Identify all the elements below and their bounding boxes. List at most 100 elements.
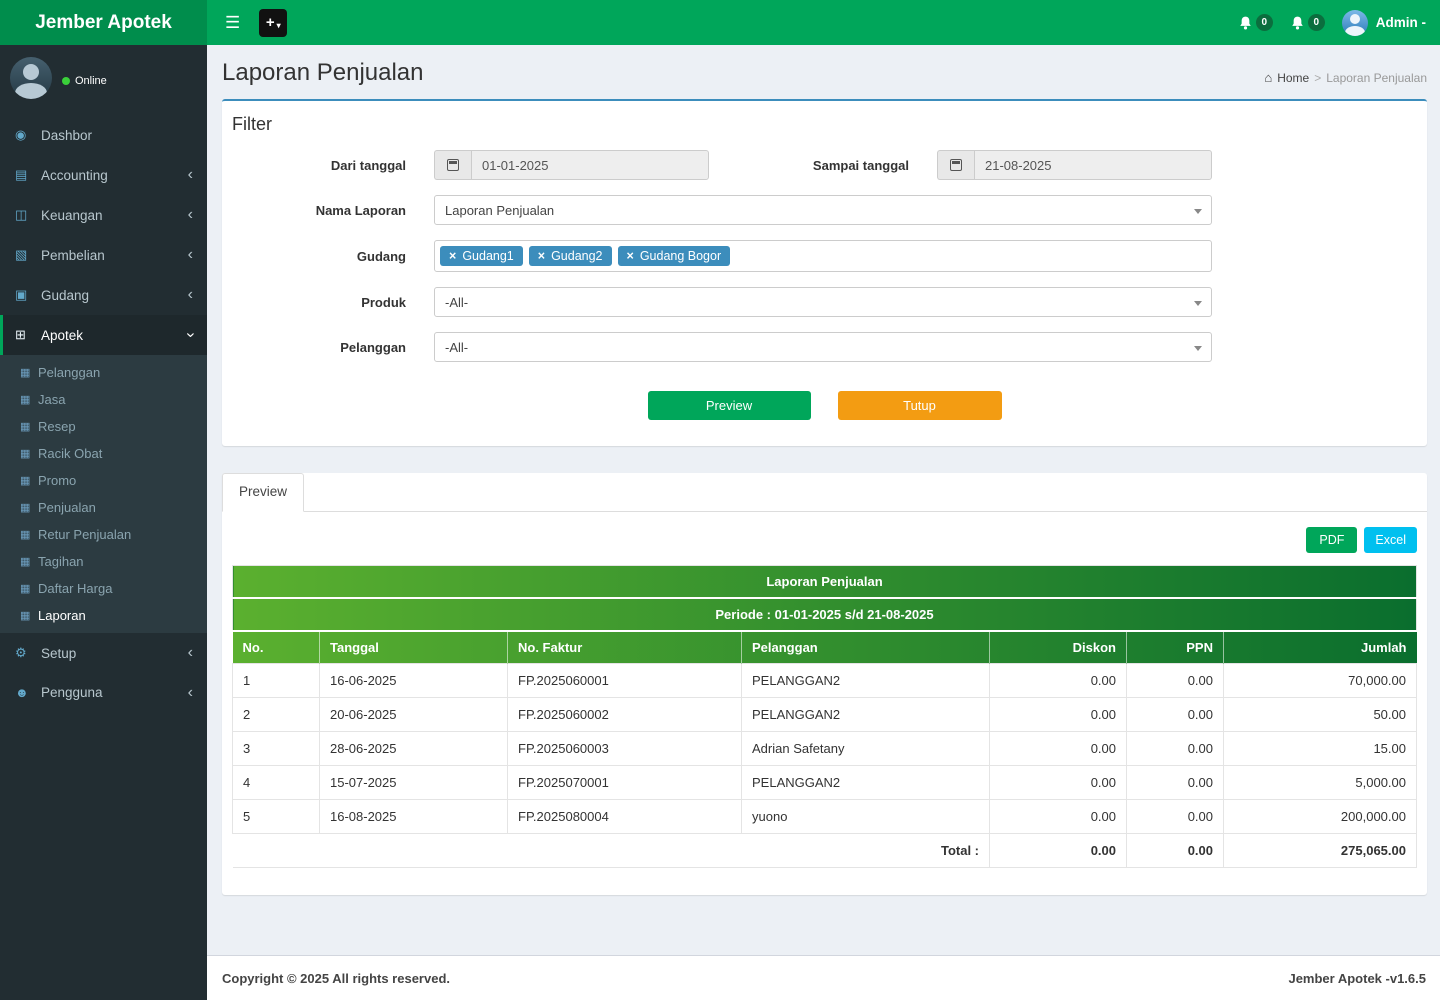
- chevron-down-icon: [1194, 209, 1202, 214]
- col-jumlah: Jumlah: [1224, 631, 1417, 664]
- submenu-item-pelanggan[interactable]: ▦Pelanggan: [0, 359, 207, 386]
- excel-export-button[interactable]: Excel: [1364, 527, 1417, 553]
- plus-icon: +: [266, 14, 275, 31]
- sidebar-menu: ◉ Dashbor ▤ Accounting ‹ ◫ Keuangan ‹ ▧ …: [0, 115, 207, 712]
- nama-laporan-select[interactable]: Laporan Penjualan: [434, 195, 1212, 225]
- card-icon: ▦: [20, 501, 38, 514]
- sidebar-item-setup[interactable]: ⚙ Setup ‹: [0, 633, 207, 673]
- sidebar: Online ◉ Dashbor ▤ Accounting ‹ ◫ Keuang…: [0, 45, 207, 1000]
- chevron-down-icon: ▾: [277, 21, 281, 30]
- gudang-tag: ×Gudang Bogor: [618, 246, 731, 266]
- table-row: 4 15-07-2025 FP.2025070001 PELANGGAN2 0.…: [233, 766, 1417, 800]
- copyright-text: Copyright © 2025 All rights reserved.: [222, 971, 450, 986]
- users-icon: ☻: [15, 685, 41, 700]
- pdf-export-button[interactable]: PDF: [1306, 527, 1357, 553]
- sidebar-toggle-hamburger-icon[interactable]: ☰: [219, 9, 246, 37]
- gudang-multiselect[interactable]: ×Gudang1 ×Gudang2 ×Gudang Bogor: [434, 240, 1212, 272]
- table-row: 1 16-06-2025 FP.2025060001 PELANGGAN2 0.…: [233, 664, 1417, 698]
- bell-icon: [1238, 15, 1253, 31]
- pharmacy-cart-icon: ⊞: [15, 327, 41, 343]
- brand-logo[interactable]: Jember Apotek: [0, 0, 207, 45]
- sidebar-item-keuangan[interactable]: ◫ Keuangan ‹: [0, 195, 207, 235]
- version-text: Jember Apotek -v1.6.5: [1288, 971, 1426, 986]
- tab-preview[interactable]: Preview: [222, 473, 304, 512]
- total-label: Total :: [233, 834, 990, 868]
- content-area: Laporan Penjualan ⌂ Home > Laporan Penju…: [207, 45, 1440, 955]
- gudang-label: Gudang: [222, 249, 434, 264]
- sidebar-item-pembelian[interactable]: ▧ Pembelian ‹: [0, 235, 207, 275]
- sidebar-item-accounting[interactable]: ▤ Accounting ‹: [0, 155, 207, 195]
- report-title: Laporan Penjualan: [233, 566, 1417, 599]
- chevron-down-icon: [1194, 346, 1202, 351]
- notifications-bell-2[interactable]: 0: [1290, 14, 1325, 31]
- page-title: Laporan Penjualan: [222, 59, 1427, 87]
- table-row: 5 16-08-2025 FP.2025080004 yuono 0.00 0.…: [233, 800, 1417, 834]
- chevron-left-icon: ‹: [188, 290, 193, 300]
- tab-bar: Preview: [222, 473, 1427, 512]
- tutup-button[interactable]: Tutup: [838, 391, 1002, 420]
- submenu-item-daftar-harga[interactable]: ▦Daftar Harga: [0, 575, 207, 602]
- chevron-left-icon: ‹: [188, 210, 193, 220]
- finance-icon: ◫: [15, 207, 41, 223]
- sampai-tanggal-input-group: [937, 150, 1212, 180]
- filter-box: Filter Dari tanggal Sampai tanggal: [222, 99, 1427, 446]
- quick-add-button[interactable]: +▾: [259, 9, 287, 37]
- total-row: Total : 0.00 0.00 275,065.00: [233, 834, 1417, 868]
- settings-gear-icon: ⚙: [15, 645, 41, 661]
- breadcrumb-home[interactable]: Home: [1277, 71, 1309, 85]
- pelanggan-label: Pelanggan: [222, 340, 434, 355]
- sampai-tanggal-input[interactable]: [974, 150, 1212, 180]
- submenu-item-penjualan[interactable]: ▦Penjualan: [0, 494, 207, 521]
- chevron-left-icon: ‹: [188, 648, 193, 658]
- col-ppn: PPN: [1127, 631, 1224, 664]
- online-status-label: Online: [75, 75, 107, 87]
- card-icon: ▦: [20, 555, 38, 568]
- user-menu[interactable]: Admin -: [1342, 10, 1426, 36]
- user-avatar: [1342, 10, 1368, 36]
- col-tanggal: Tanggal: [320, 631, 508, 664]
- col-pelanggan: Pelanggan: [742, 631, 990, 664]
- list-icon: ▦: [20, 474, 38, 487]
- report-table: Laporan Penjualan Periode : 01-01-2025 s…: [232, 565, 1417, 868]
- card-icon: ▦: [20, 528, 38, 541]
- chevron-down-icon: [1194, 301, 1202, 306]
- list-icon: ▦: [20, 393, 38, 406]
- col-diskon: Diskon: [990, 631, 1127, 664]
- submenu-item-jasa[interactable]: ▦Jasa: [0, 386, 207, 413]
- total-diskon: 0.00: [990, 834, 1127, 868]
- breadcrumb-current: Laporan Penjualan: [1326, 71, 1427, 85]
- submenu-item-resep[interactable]: ▦Resep: [0, 413, 207, 440]
- sidebar-item-apotek[interactable]: ⊞ Apotek ‹: [0, 315, 207, 355]
- gudang-tag: ×Gudang2: [529, 246, 612, 266]
- close-icon[interactable]: ×: [538, 249, 545, 263]
- sidebar-item-gudang[interactable]: ▣ Gudang ‹: [0, 275, 207, 315]
- calendar-icon: [937, 150, 974, 180]
- preview-button[interactable]: Preview: [648, 391, 811, 420]
- warehouse-icon: ▣: [15, 287, 41, 303]
- sidebar-user-panel: Online: [0, 45, 207, 111]
- sidebar-item-pengguna[interactable]: ☻ Pengguna ‹: [0, 673, 207, 712]
- gudang-tag: ×Gudang1: [440, 246, 523, 266]
- total-jumlah: 275,065.00: [1224, 834, 1417, 868]
- list-icon: ▦: [20, 447, 38, 460]
- submenu-item-laporan[interactable]: ▦Laporan: [0, 602, 207, 629]
- sidebar-item-dashbor[interactable]: ◉ Dashbor: [0, 115, 207, 155]
- submenu-item-promo[interactable]: ▦Promo: [0, 467, 207, 494]
- notifications-bell-1[interactable]: 0: [1238, 14, 1273, 31]
- card-icon: ▦: [20, 582, 38, 595]
- sidebar-user-avatar: [10, 57, 52, 99]
- submenu-item-tagihan[interactable]: ▦Tagihan: [0, 548, 207, 575]
- close-icon[interactable]: ×: [449, 249, 456, 263]
- dashboard-icon: ◉: [15, 127, 41, 143]
- main-footer: Copyright © 2025 All rights reserved. Je…: [207, 955, 1440, 1000]
- submenu-item-retur-penjualan[interactable]: ▦Retur Penjualan: [0, 521, 207, 548]
- dari-tanggal-input[interactable]: [471, 150, 709, 180]
- pelanggan-select[interactable]: -All-: [434, 332, 1212, 362]
- home-icon: ⌂: [1264, 70, 1272, 85]
- chevron-down-icon: ‹: [185, 332, 195, 337]
- online-status-dot: [62, 77, 70, 85]
- close-icon[interactable]: ×: [627, 249, 634, 263]
- total-ppn: 0.00: [1127, 834, 1224, 868]
- produk-select[interactable]: -All-: [434, 287, 1212, 317]
- submenu-item-racik-obat[interactable]: ▦Racik Obat: [0, 440, 207, 467]
